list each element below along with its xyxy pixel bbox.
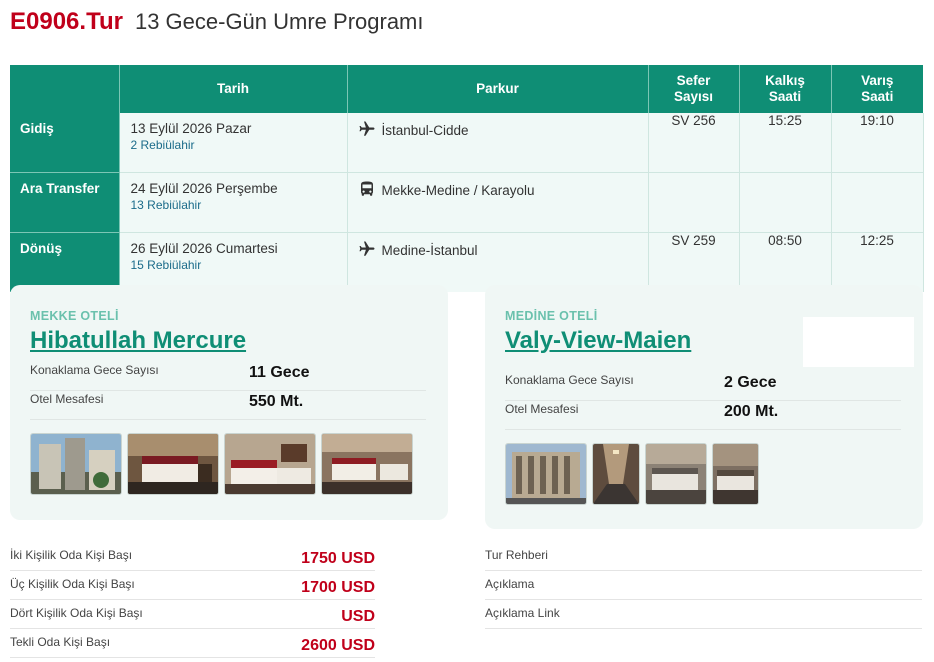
header-flight-no: Sefer Sayısı: [648, 65, 740, 113]
arrival-time: 19:10: [831, 113, 924, 173]
nights-value: 11 Gece: [249, 364, 310, 381]
price-list: İki Kişilik Oda Kişi Başı 1750 USD Üç Ki…: [10, 542, 375, 658]
mekke-hotel-card: MEKKE OTELİ Hibatullah Mercure Konaklama…: [10, 285, 448, 520]
tour-title: 13 Gece-Gün Umre Programı: [134, 9, 424, 34]
row-type: Gidiş: [10, 113, 120, 173]
bus-icon: [358, 180, 376, 201]
row-type: Ara Transfer: [10, 172, 120, 233]
header-route: Parkur: [347, 65, 649, 113]
hijri-date: 15 Rebiülahir: [130, 258, 202, 272]
table-row: Dönüş 26 Eylül 2026 Cumartesi 15 Rebiüla…: [10, 232, 924, 292]
hotel-photo-thumbnail[interactable]: [592, 443, 640, 505]
hotel-label: MEDİNE OTELİ: [505, 309, 598, 323]
distance-value: 200 Mt.: [724, 403, 779, 420]
tour-info-list: Tur Rehberi Açıklama Açıklama Link: [485, 542, 922, 629]
price-label: Dört Kişilik Oda Kişi Başı: [10, 606, 143, 620]
info-row: Açıklama Link: [485, 600, 922, 629]
price-value: USD: [341, 608, 375, 625]
arrival-time: 12:25: [831, 232, 924, 292]
date-cell: 24 Eylül 2026 Perşembe 13 Rebiülahir: [119, 172, 348, 233]
nights-label: Konaklama Gece Sayısı: [505, 373, 634, 387]
date-cell: 13 Eylül 2026 Pazar 2 Rebiülahir: [119, 113, 348, 173]
hotel-label: MEKKE OTELİ: [30, 309, 119, 323]
price-row: Üç Kişilik Oda Kişi Başı 1700 USD: [10, 571, 375, 600]
route-text: İstanbul-Cidde: [381, 123, 469, 138]
hotel-photo-thumbnail[interactable]: [505, 443, 587, 505]
info-label: Tur Rehberi: [485, 548, 548, 562]
hotel-photo-thumbnail[interactable]: [321, 433, 413, 495]
route-text: Mekke-Medine / Karayolu: [381, 183, 535, 198]
distance-row: Otel Mesafesi 200 Mt.: [505, 400, 901, 430]
nights-row: Konaklama Gece Sayısı 11 Gece: [30, 361, 426, 391]
hotel-photo-thumbnail[interactable]: [127, 433, 219, 495]
hijri-date: 2 Rebiülahir: [130, 138, 195, 152]
nights-row: Konaklama Gece Sayısı 2 Gece: [505, 371, 901, 401]
route-cell: Mekke-Medine / Karayolu: [347, 172, 649, 233]
price-value: 1700 USD: [301, 579, 375, 596]
date-cell: 26 Eylül 2026 Cumartesi 15 Rebiülahir: [119, 232, 348, 292]
distance-label: Otel Mesafesi: [30, 392, 104, 406]
price-row: İki Kişilik Oda Kişi Başı 1750 USD: [10, 542, 375, 571]
info-label: Açıklama Link: [485, 606, 560, 620]
page-title: E0906.Tur 13 Gece-Gün Umre Programı: [10, 8, 424, 38]
price-value: 2600 USD: [301, 637, 375, 654]
medine-hotel-card: MEDİNE OTELİ Valy-View-Maien Konaklama G…: [485, 285, 923, 529]
route-cell: Medine-İstanbul: [347, 232, 649, 292]
plane-icon: [358, 120, 376, 141]
nights-label: Konaklama Gece Sayısı: [30, 363, 159, 377]
info-row: Tur Rehberi: [485, 542, 922, 571]
price-label: İki Kişilik Oda Kişi Başı: [10, 548, 133, 562]
table-row: Ara Transfer 24 Eylül 2026 Perşembe 13 R…: [10, 172, 924, 233]
hotel-name-link[interactable]: Hibatullah Mercure: [30, 327, 246, 355]
route-cell: İstanbul-Cidde: [347, 113, 649, 173]
hotel-photo-thumbnail[interactable]: [712, 443, 759, 505]
price-value: 1750 USD: [301, 550, 375, 567]
table-row: Gidiş 13 Eylül 2026 Pazar 2 Rebiülahir İ…: [10, 113, 924, 173]
flight-number: SV 259: [648, 232, 740, 292]
date-text: 13 Eylül 2026 Pazar: [130, 121, 252, 136]
hijri-date: 13 Rebiülahir: [130, 198, 202, 212]
header-departure: Kalkış Saati: [739, 65, 832, 113]
header-date: Tarih: [119, 65, 348, 113]
distance-label: Otel Mesafesi: [505, 402, 579, 416]
hotel-name-link[interactable]: Valy-View-Maien: [505, 327, 691, 355]
departure-time: 15:25: [739, 113, 832, 173]
header-empty: [10, 65, 120, 113]
date-text: 24 Eylül 2026 Perşembe: [130, 181, 278, 196]
hotel-photo-thumbnail[interactable]: [30, 433, 122, 495]
departure-time: 08:50: [739, 232, 832, 292]
route-text: Medine-İstanbul: [381, 243, 478, 258]
flight-number: SV 256: [648, 113, 740, 173]
price-row: Dört Kişilik Oda Kişi Başı USD: [10, 600, 375, 629]
hotel-logo-placeholder: [803, 317, 914, 367]
flight-table: Tarih Parkur Sefer Sayısı Kalkış Saati Var…: [10, 65, 924, 292]
info-label: Açıklama: [485, 577, 535, 591]
price-row: Tekli Oda Kişi Başı 2600 USD: [10, 629, 375, 658]
hotel-photo-thumbnail[interactable]: [645, 443, 707, 505]
hotel-photo-thumbnail[interactable]: [224, 433, 316, 495]
date-text: 26 Eylül 2026 Cumartesi: [130, 241, 278, 256]
price-label: Tekli Oda Kişi Başı: [10, 635, 111, 649]
nights-value: 2 Gece: [724, 374, 777, 391]
distance-value: 550 Mt.: [249, 393, 304, 410]
plane-icon: [358, 240, 376, 261]
tour-code: E0906.Tur: [10, 8, 123, 35]
departure-time: [739, 172, 832, 233]
price-label: Üç Kişilik Oda Kişi Başı: [10, 577, 135, 591]
flight-table-header: Tarih Parkur Sefer Sayısı Kalkış Saati Var…: [10, 65, 923, 113]
arrival-time: [831, 172, 924, 233]
info-row: Açıklama: [485, 571, 922, 600]
header-arrival: Varış Saati: [831, 65, 923, 113]
flight-number: [648, 172, 740, 233]
row-type: Dönüş: [10, 232, 120, 292]
distance-row: Otel Mesafesi 550 Mt.: [30, 390, 426, 420]
